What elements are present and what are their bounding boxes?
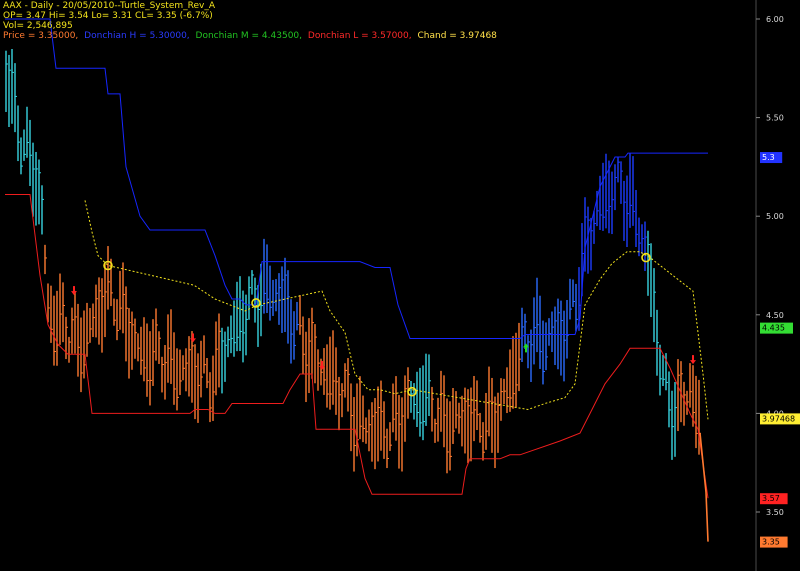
value-badge-label: 3.35 xyxy=(762,538,780,547)
y-tick-label: 3.50 xyxy=(766,508,784,517)
ohlc-readout: OP= 3.47 Hi= 3.54 Lo= 3.31 CL= 3.35 (-6.… xyxy=(3,11,213,21)
chart-title: AAX - Daily - 20/05/2010--Turtle_System_… xyxy=(3,1,216,11)
legend-donchian-h: Donchian H = 5.30000, xyxy=(84,31,190,41)
y-tick-label: 5.00 xyxy=(766,212,784,221)
signal-circle xyxy=(407,386,417,397)
indicator-legend: Price = 3.35000, Donchian H = 5.30000, D… xyxy=(3,31,500,41)
y-tick-label: 5.50 xyxy=(766,114,784,123)
volume-readout: Vol= 2,546,895 xyxy=(3,21,73,31)
value-badge-label: 3.97468 xyxy=(762,414,795,423)
legend-price: Price = 3.35000, xyxy=(3,31,79,41)
y-tick-label: 4.50 xyxy=(766,311,784,320)
y-axis: 6.005.505.004.504.003.50 xyxy=(756,15,784,517)
sell-arrow xyxy=(190,338,196,343)
value-badge-label: 3.57 xyxy=(762,494,780,503)
legend-donchian-l: Donchian L = 3.57000, xyxy=(307,31,412,41)
sell-arrow xyxy=(690,360,696,365)
price-chart: 6.005.505.004.504.003.50 5.34.4353.97468… xyxy=(5,0,800,571)
legend-chand: Chand = 3.97468 xyxy=(417,31,497,41)
legend-donchian-m: Donchian M = 4.43500, xyxy=(195,31,303,41)
y-tick-label: 6.00 xyxy=(766,15,784,24)
value-badge-label: 4.435 xyxy=(762,324,785,333)
sell-arrow xyxy=(71,291,77,296)
value-badge-label: 5.3 xyxy=(762,153,775,162)
